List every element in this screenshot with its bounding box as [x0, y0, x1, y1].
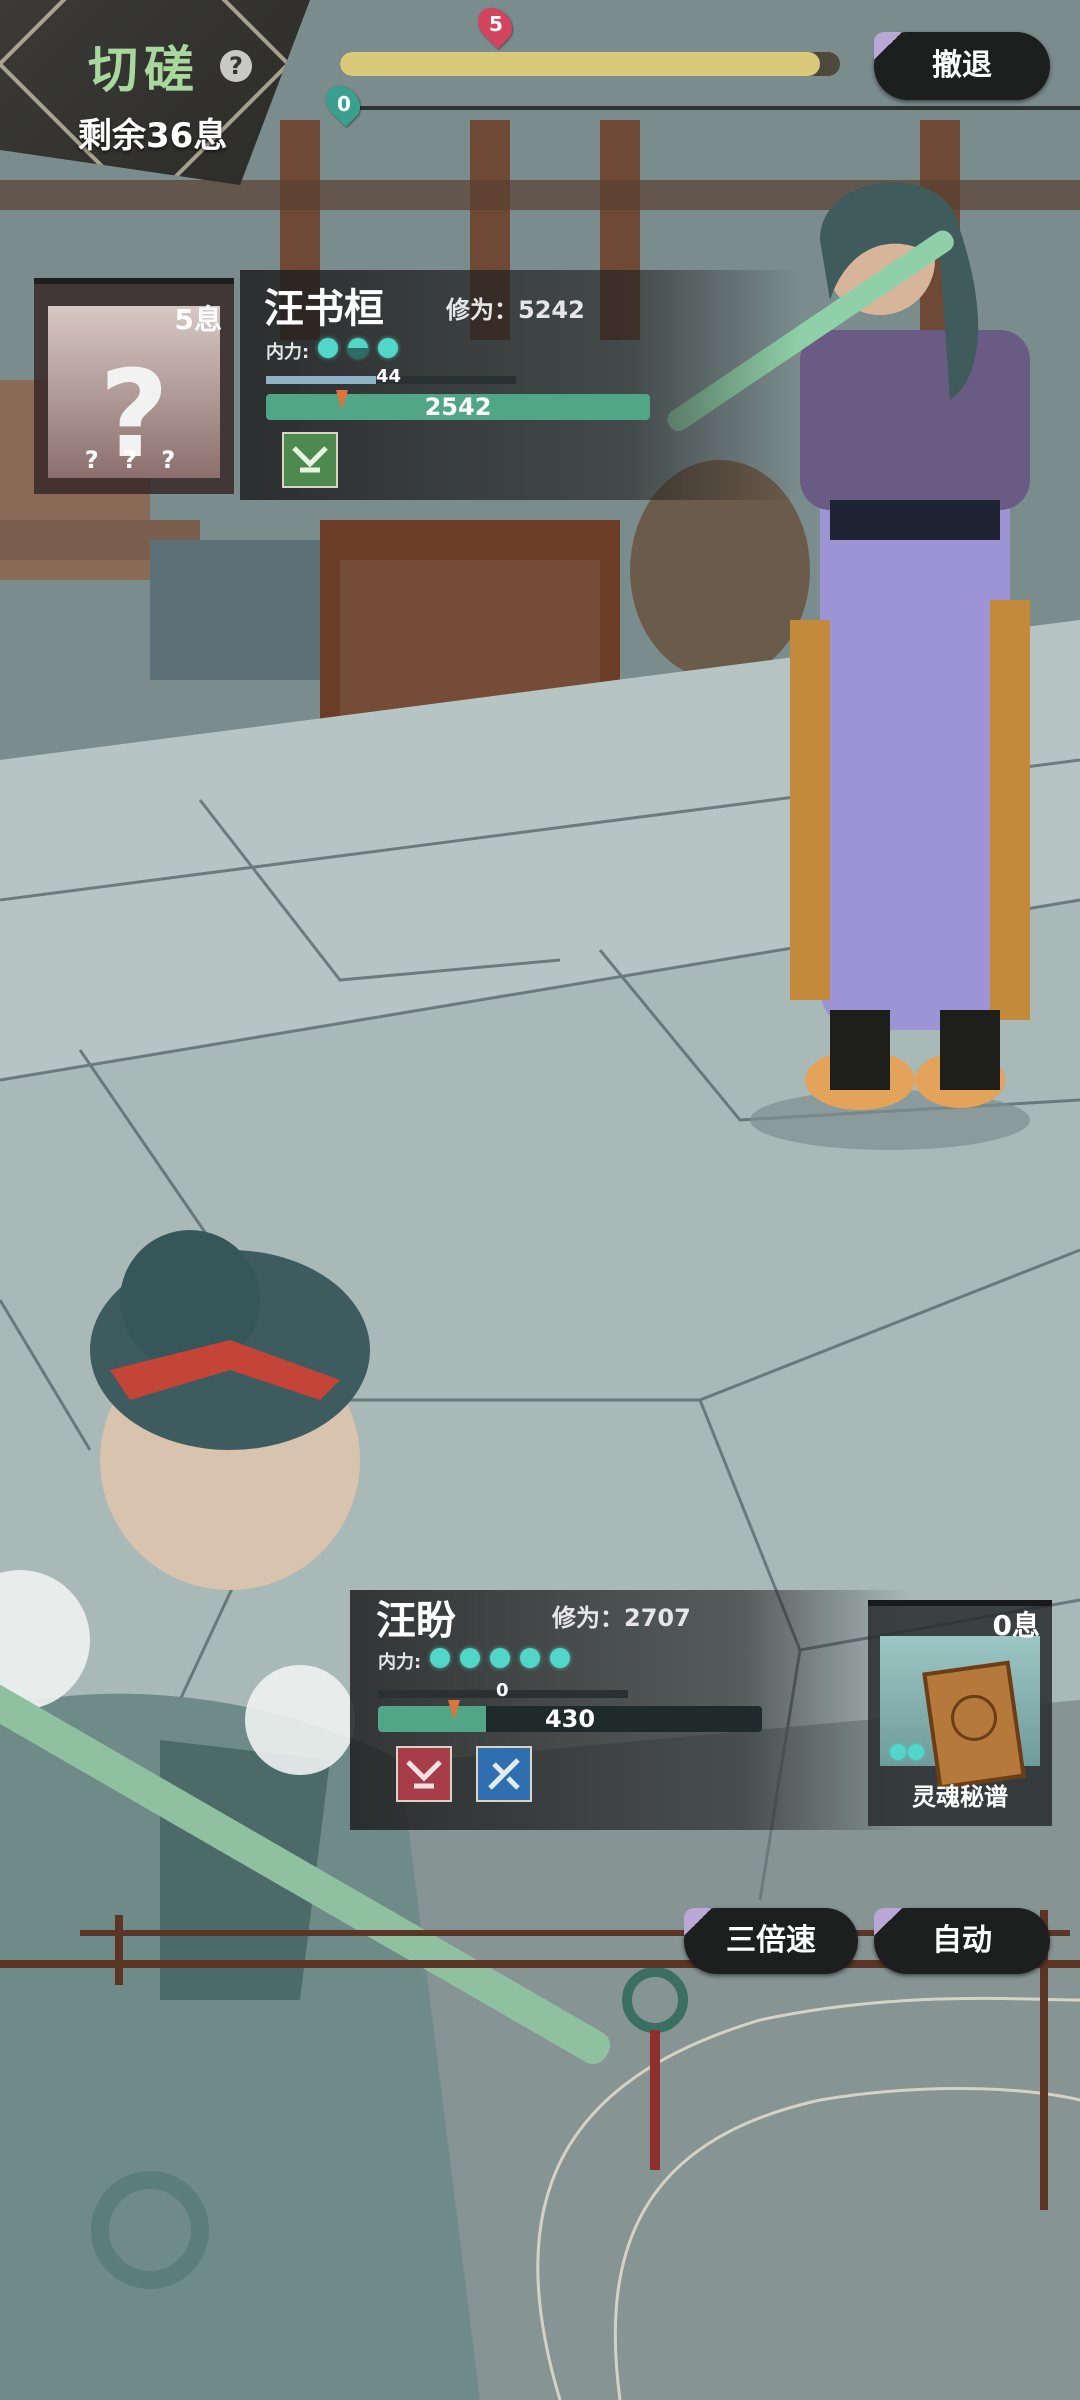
- neili-orb: [348, 338, 368, 358]
- auto-button-corner: [874, 1908, 902, 1936]
- battle-scene: 切磋 ? 剩余36息 5 0 撤退 ? 5息 ? ? ? 汪书桓 修为：5242…: [0, 0, 1080, 2400]
- enemy-qi-value: 44: [376, 366, 402, 387]
- enemy-timeline-value: 5: [489, 12, 503, 36]
- enemy-buff-icon[interactable]: [282, 432, 338, 488]
- enemy-hp-marker: [336, 390, 348, 410]
- player-hp-bar: 430: [378, 1706, 762, 1732]
- enemy-qi-fill: [266, 376, 376, 384]
- enemy-card-breaths: 5息: [174, 303, 222, 336]
- book-icon: [922, 1660, 1026, 1790]
- player-neili-label: 内力:: [378, 1652, 422, 1673]
- enemy-cultivation: 修为：5242: [446, 296, 585, 324]
- neili-orb: [378, 338, 398, 358]
- neili-orb: [318, 338, 338, 358]
- remaining-breaths: 剩余36息: [78, 116, 228, 156]
- mode-title: 切磋: [88, 41, 200, 99]
- player-hp-marker: [448, 1700, 460, 1720]
- retreat-button-corner: [874, 32, 902, 60]
- buff-rune-icon: [488, 1758, 520, 1790]
- enemy-name: 汪书桓: [264, 286, 384, 332]
- auto-button-label: 自动: [932, 1923, 992, 1958]
- player-skill-card[interactable]: 0息 灵魂秘谱: [868, 1600, 1052, 1826]
- card-orb-1: [890, 1744, 906, 1760]
- book-emblem: [948, 1691, 1000, 1744]
- player-card-art: [880, 1636, 1040, 1790]
- buff-emblem-icon: [406, 1760, 442, 1789]
- player-card-breaths: 0息: [992, 1609, 1040, 1642]
- card-orb-2: [908, 1744, 924, 1760]
- player-buff-icon-1[interactable]: [396, 1746, 452, 1802]
- player-hp-value: 430: [544, 1706, 596, 1732]
- player-timeline-value: 0: [337, 92, 351, 116]
- neili-orb: [550, 1648, 570, 1668]
- speed-button-label: 三倍速: [726, 1923, 816, 1958]
- enemy-skill-card[interactable]: ? 5息 ? ? ?: [34, 278, 234, 494]
- enemy-hp-bar: 2542: [266, 394, 650, 420]
- help-icon[interactable]: ?: [220, 50, 252, 82]
- neili-orb: [520, 1648, 540, 1668]
- buff-emblem-icon: [292, 446, 328, 473]
- enemy-neili-label: 内力:: [266, 342, 310, 363]
- neili-orb: [490, 1648, 510, 1668]
- enemy-hp-value: 2542: [424, 394, 492, 420]
- auto-button[interactable]: 自动: [874, 1908, 1050, 1974]
- player-cultivation: 修为：2707: [552, 1604, 691, 1632]
- timeline-track: [330, 106, 1080, 110]
- player-name: 汪盼: [376, 1598, 456, 1644]
- neili-orb: [460, 1648, 480, 1668]
- retreat-button[interactable]: 撤退: [874, 32, 1050, 100]
- speed-button-corner: [684, 1908, 712, 1936]
- player-buff-icon-2[interactable]: [476, 1746, 532, 1802]
- turn-progress-bar: [340, 52, 840, 76]
- turn-progress-fill: [340, 52, 820, 76]
- enemy-card-name: ? ? ?: [84, 446, 184, 474]
- neili-orb: [430, 1648, 450, 1668]
- speed-button[interactable]: 三倍速: [684, 1908, 858, 1974]
- retreat-button-label: 撤退: [932, 48, 992, 83]
- player-card-name: 灵魂秘谱: [912, 1783, 1008, 1811]
- player-qi-value: 0: [496, 1680, 509, 1701]
